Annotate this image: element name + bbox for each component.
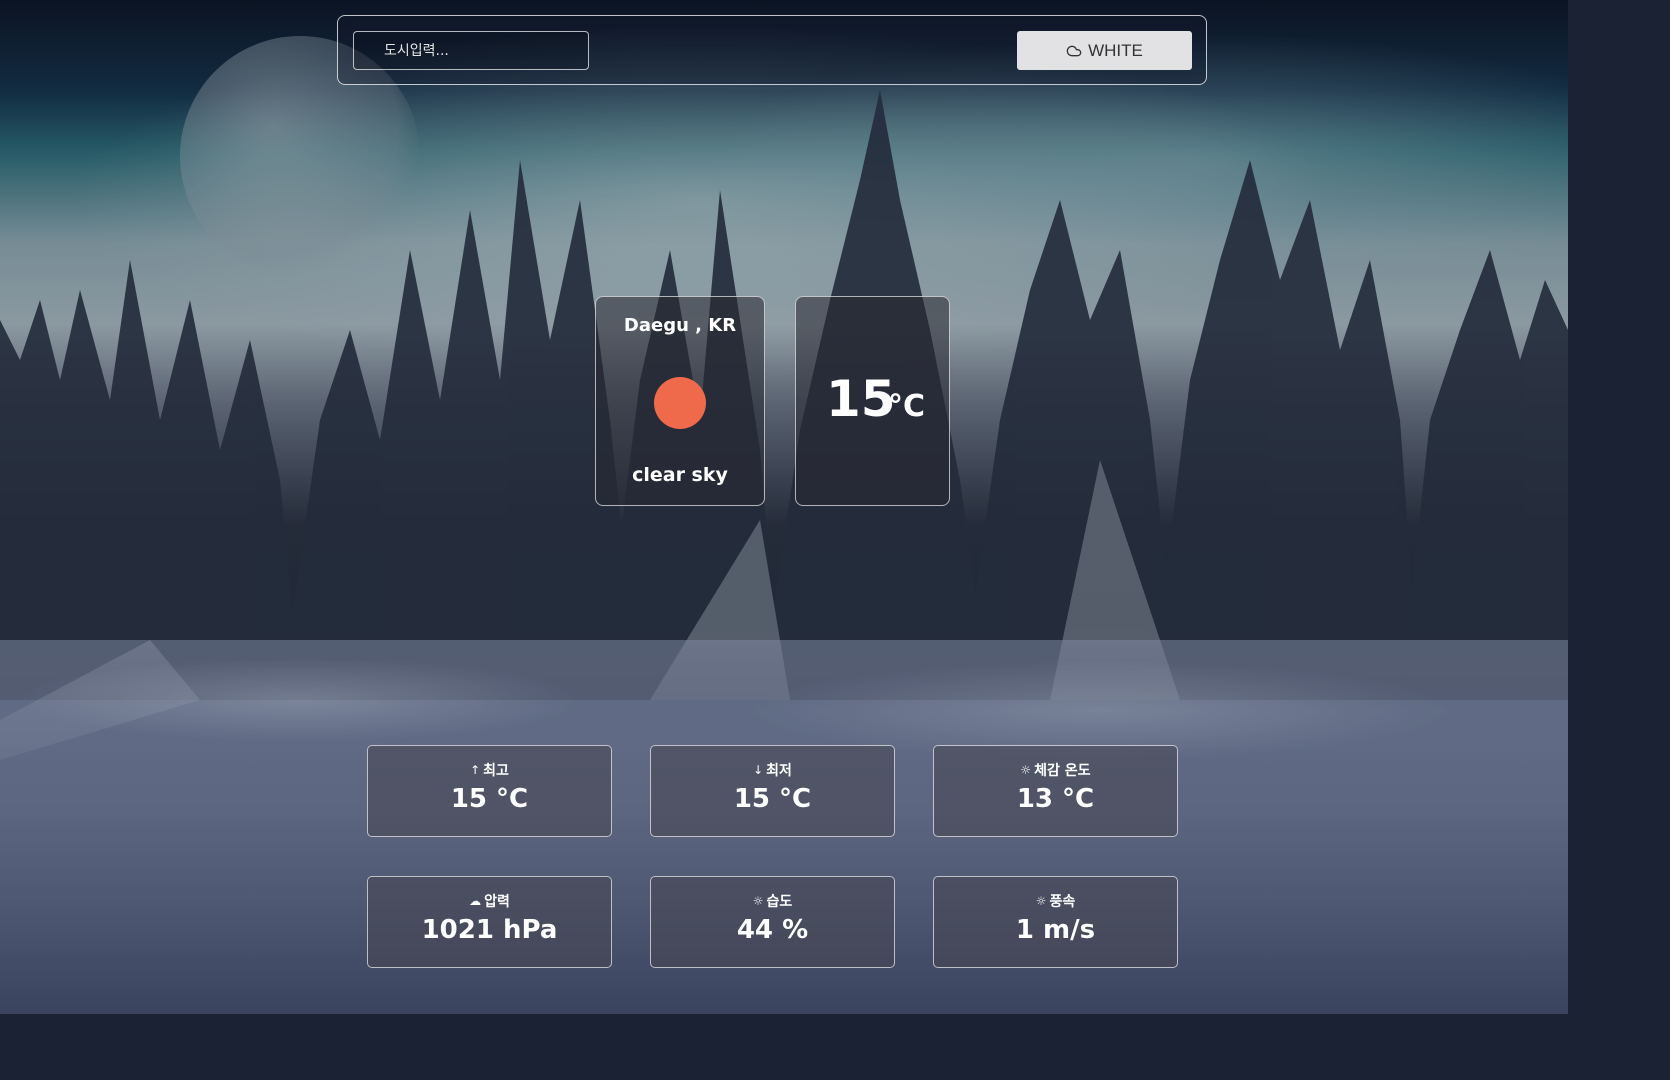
temperature-card: 15 °C <box>795 296 950 506</box>
stat-label: 습도 <box>766 894 793 910</box>
current-temperature: 15 <box>826 370 896 428</box>
stat-label: 압력 <box>484 894 510 910</box>
arrow-up-icon: ↑ <box>470 763 481 777</box>
weather-icon: ☼ <box>1035 894 1047 908</box>
arrow-down-icon: ↓ <box>753 763 764 777</box>
weather-description: clear sky <box>632 464 728 486</box>
cloud-icon <box>1066 45 1082 56</box>
stat-card-pressure: ☁ 압력 1021 hPa <box>367 876 612 968</box>
stat-value: 1 m/s <box>1015 915 1096 945</box>
stat-value: 44 % <box>736 915 809 945</box>
cloud-icon: ☁ <box>469 894 482 908</box>
stat-card-wind-speed: ☼ 풍속 1 m/s <box>933 876 1178 968</box>
weather-icon: ☼ <box>752 894 764 908</box>
stat-label: 최저 <box>766 763 792 779</box>
top-bar: WHITE <box>337 15 1207 85</box>
stat-label: 최고 <box>483 763 509 779</box>
stat-label: 풍속 <box>1049 894 1076 910</box>
sun-icon <box>654 377 706 429</box>
location-card: Daegu , KR clear sky <box>595 296 765 506</box>
stat-card-feels-like: ☼ 체감 온도 13 °C <box>933 745 1178 837</box>
stat-value: 1021 hPa <box>421 915 558 945</box>
location-name: Daegu , KR <box>623 315 737 336</box>
theme-button-label: WHITE <box>1088 40 1143 60</box>
stat-label: 체감 온도 <box>1034 763 1091 779</box>
stat-value: 15 °C <box>450 784 529 814</box>
background-scene <box>0 0 1568 1014</box>
stat-card-humidity: ☼ 습도 44 % <box>650 876 895 968</box>
temperature-unit: °C <box>888 389 926 424</box>
stat-value: 13 °C <box>1016 784 1095 814</box>
stat-card-max: ↑ 최고 15 °C <box>367 745 612 837</box>
theme-toggle-button[interactable]: WHITE <box>1017 31 1192 70</box>
city-search-input[interactable] <box>353 31 589 70</box>
stat-card-min: ↓ 최저 15 °C <box>650 745 895 837</box>
weather-icon: ☼ <box>1020 763 1032 777</box>
stat-value: 15 °C <box>733 784 812 814</box>
